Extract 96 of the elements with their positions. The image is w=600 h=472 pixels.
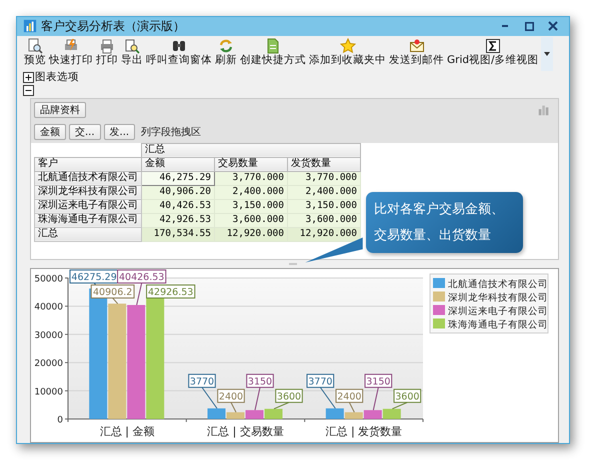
data-label: 3600 xyxy=(274,388,303,410)
data-label: 3150 xyxy=(246,374,274,411)
toolbar-button[interactable]: 发送到邮件 xyxy=(388,36,445,67)
data-label: 3770 xyxy=(190,376,214,388)
data-label: 40426.53 xyxy=(118,272,164,283)
total-label: 汇总 xyxy=(34,227,142,242)
expand-icon xyxy=(23,72,34,83)
toolbar-button[interactable]: 添加到收藏夹中 xyxy=(308,36,387,67)
axis-tick-label: 0 xyxy=(57,416,63,426)
field-button[interactable]: 金额 xyxy=(34,124,66,140)
table-cell[interactable]: 3,150.000 xyxy=(288,199,360,214)
table-cell[interactable]: 40,426.53 xyxy=(142,199,214,214)
data-label: 40906.2 xyxy=(90,284,135,304)
category-label: 汇总 | 发货数量 xyxy=(325,425,402,438)
toolbar-button[interactable]: 创建快捷方式 xyxy=(239,36,307,67)
field-button[interactable]: 发... xyxy=(104,124,136,140)
toolbar-button[interactable]: 预览 xyxy=(23,36,47,67)
column-header[interactable]: 金额 xyxy=(142,157,214,172)
category-label: 汇总 | 交易数量 xyxy=(207,425,284,438)
minimize-icon xyxy=(502,25,508,28)
toolbar-button[interactable]: 导出 xyxy=(120,36,144,67)
row-label: 深圳龙华科技有限公司 xyxy=(34,185,142,200)
toolbar-button[interactable]: 刷新 xyxy=(214,36,238,67)
data-label: 40906.2 xyxy=(93,287,132,298)
data-label: 42926.53 xyxy=(146,284,196,298)
table-cell[interactable]: 2,400.000 xyxy=(288,185,360,200)
toolbar-button[interactable]: 快速打印 xyxy=(48,36,94,67)
data-label: 2400 xyxy=(218,391,244,402)
data-label: 2400 xyxy=(336,388,364,413)
data-label: 3770 xyxy=(188,374,218,409)
data-label: 3770 xyxy=(308,376,332,388)
preview-icon xyxy=(27,38,43,54)
row-header[interactable]: 客户 xyxy=(34,157,142,172)
axis-tick-label: 10000 xyxy=(34,387,63,398)
data-label: 3150 xyxy=(364,374,392,411)
data-label: 3600 xyxy=(276,391,302,402)
table-cell[interactable]: 12,920.000 xyxy=(288,227,360,242)
legend-label: 北航通信技术有限公司 xyxy=(448,279,548,290)
field-button[interactable]: 品牌资料 xyxy=(34,102,86,118)
data-label: 2400 xyxy=(217,388,245,413)
table-cell[interactable]: 3,600.000 xyxy=(288,213,360,228)
export-icon xyxy=(124,38,140,54)
table-cell[interactable]: 12,920.000 xyxy=(214,227,288,242)
legend-label: 深圳龙华科技有限公司 xyxy=(448,292,548,304)
table-cell[interactable]: 46,275.29 xyxy=(142,171,214,186)
data-label: 3150 xyxy=(248,376,272,388)
toolbar-button[interactable]: Grid视图/多维视图 xyxy=(446,36,540,67)
sigma-icon xyxy=(484,38,501,54)
close-icon xyxy=(548,21,558,32)
section-toggle[interactable] xyxy=(23,84,34,96)
caret-icon xyxy=(542,50,551,58)
window-title: 客户交易分析表（演示版） xyxy=(41,18,186,35)
legend-label: 珠海海通电子有限公司 xyxy=(448,320,548,330)
splitter-grip[interactable] xyxy=(289,263,297,266)
callout-bubble: 比对各客户交易金额、交易数量、出货数量 xyxy=(366,192,523,253)
envelope-icon xyxy=(408,38,424,54)
axis-tick-label: 40000 xyxy=(34,302,63,313)
data-label: 3600 xyxy=(395,391,420,402)
document-icon xyxy=(265,38,281,54)
column-header: 汇总 xyxy=(142,143,360,158)
data-label: 42926.53 xyxy=(148,287,194,298)
refresh-icon xyxy=(218,38,234,54)
table-cell[interactable]: 3,600.000 xyxy=(214,213,288,228)
table-cell[interactable]: 40,906.20 xyxy=(142,185,214,200)
row-label: 深圳运来电子有限公司 xyxy=(34,199,142,214)
data-label: 46275.29 xyxy=(71,272,117,283)
table-cell[interactable]: 170,534.55 xyxy=(142,227,214,242)
column-header[interactable]: 发货数量 xyxy=(288,157,360,172)
table-cell[interactable]: 3,770.000 xyxy=(288,171,360,186)
legend-label: 深圳运来电子有限公司 xyxy=(448,306,548,317)
category-label: 汇总 | 金额 xyxy=(100,425,155,438)
data-label: 2400 xyxy=(337,391,362,402)
axis-tick-label: 20000 xyxy=(34,359,63,370)
axis-tick-label: 30000 xyxy=(34,330,63,341)
overflow-button[interactable] xyxy=(540,36,553,71)
axis-tick-label: 50000 xyxy=(34,274,63,284)
star-icon xyxy=(340,38,356,54)
drop-area-label: 列字段拖拽区 xyxy=(141,126,202,139)
field-button[interactable]: 交... xyxy=(69,124,101,140)
collapse-icon xyxy=(23,84,34,96)
maximize-icon xyxy=(524,22,534,31)
column-header[interactable]: 交易数量 xyxy=(214,157,288,172)
toolbar-button[interactable]: 打印 xyxy=(95,36,119,67)
table-cell[interactable]: 3,150.000 xyxy=(214,199,288,214)
row-label: 北航通信技术有限公司 xyxy=(34,171,142,186)
table-cell[interactable]: 2,400.000 xyxy=(214,185,288,200)
table-cell[interactable]: 42,926.53 xyxy=(142,213,214,228)
chart-options-toggle[interactable]: 图表选项 xyxy=(23,70,79,84)
data-label: 3600 xyxy=(392,388,422,410)
toolbar-button[interactable]: 呼叫查询窗体 xyxy=(145,36,213,67)
data-label: 3770 xyxy=(306,374,336,409)
table-cell[interactable]: 3,770.000 xyxy=(214,171,288,186)
row-label: 珠海海通电子有限公司 xyxy=(34,213,142,228)
app-icon xyxy=(23,19,37,34)
data-label: 3150 xyxy=(366,376,390,388)
printer-icon xyxy=(99,38,115,54)
